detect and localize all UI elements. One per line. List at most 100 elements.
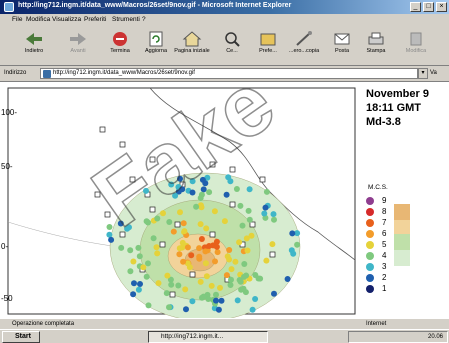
refresh-label: Aggiorna (144, 48, 168, 54)
intensity-point (241, 273, 247, 280)
intensity-point (131, 280, 137, 287)
forward-button[interactable]: Avanti (58, 28, 98, 62)
stop-button[interactable]: Termina (100, 28, 140, 62)
intensity-point (228, 266, 235, 273)
menu-visualizza[interactable]: Visualizza (52, 16, 81, 23)
intensity-point (213, 291, 219, 298)
start-button[interactable]: Start (2, 331, 40, 343)
intensity-point (263, 188, 270, 195)
legend-label: 3 (382, 262, 387, 271)
edit-button[interactable]: Modifica (396, 28, 436, 62)
town-marker (169, 291, 176, 298)
home-button[interactable]: Pagina iniziale (172, 28, 212, 62)
system-tray: 20.06 (348, 331, 448, 343)
maximize-button[interactable]: □ (423, 2, 434, 12)
favorites-button[interactable]: Prefe... (248, 28, 288, 62)
intensity-point (117, 220, 124, 227)
intensity-point (236, 239, 243, 246)
intensity-point (180, 220, 187, 227)
home-icon (182, 31, 202, 47)
favorites-icon (260, 33, 276, 46)
intensity-point (154, 250, 161, 257)
back-label: Indietro (24, 48, 44, 54)
legend-dot (366, 208, 374, 216)
intensity-point (198, 204, 205, 211)
y-tick-50: 50- (1, 162, 13, 171)
legend-label: 8 (382, 207, 387, 216)
intensity-point (145, 302, 152, 309)
y-tick-minus50: -50 (1, 294, 13, 303)
y-tick-100: 100- (1, 108, 18, 117)
legend-label: 5 (382, 240, 387, 249)
taskbar: Start http://ing712.ingm.it... 20.06 (0, 329, 449, 343)
status-text: Operazione completata (12, 321, 75, 327)
event-time: 18:11 GMT (366, 102, 422, 114)
toolbar: Indietro Avanti Termina Aggiorna Pagina … (0, 26, 449, 66)
intensity-point (223, 191, 230, 198)
intensity-point (221, 218, 228, 225)
intensity-point (188, 252, 195, 259)
taskbar-ie-window[interactable]: http://ing712.ingm.it... (148, 331, 268, 343)
intensity-point (127, 268, 134, 275)
stop-label: Termina (110, 48, 130, 54)
back-button[interactable]: Indietro (14, 28, 54, 62)
search-button[interactable]: Ce... (212, 28, 252, 62)
contour-scale-6 (394, 220, 410, 234)
status-bar: Operazione completata Internet (0, 318, 449, 329)
town-marker (149, 156, 156, 163)
menu-bar: File Modifica Visualizza Preferiti Strum… (0, 14, 449, 26)
intensity-point (199, 176, 206, 183)
window-title: http://ing712.ingm.it/data_www/Macros/26… (18, 2, 292, 9)
intensity-point (168, 281, 175, 288)
legend-row-2: 2 (366, 273, 406, 283)
title-bar[interactable]: http://ing712.ingm.it/data_www/Macros/26… (0, 0, 449, 14)
menu-preferiti[interactable]: Preferiti (84, 16, 106, 23)
menu-file[interactable]: File (12, 16, 22, 23)
intensity-point (150, 235, 157, 242)
town-marker (249, 221, 256, 228)
menu-help[interactable]: ? (142, 16, 146, 23)
intensity-point (153, 244, 160, 251)
town-marker (269, 251, 276, 258)
menu-strumenti[interactable]: Strumenti (112, 16, 140, 23)
stop-icon (113, 32, 127, 46)
intensity-point (130, 291, 137, 298)
intensity-point (203, 225, 210, 232)
contour-scale-5 (394, 234, 410, 250)
forward-arrow-icon (70, 33, 86, 45)
history-button[interactable]: ...ero...copia (284, 28, 324, 62)
event-magnitude: Md-3.8 (366, 116, 401, 128)
refresh-button[interactable]: Aggiorna (136, 28, 176, 62)
legend-row-1: 1 (366, 284, 406, 294)
minimize-button[interactable]: _ (410, 2, 421, 12)
intensity-point (226, 247, 233, 253)
address-dropdown-button[interactable]: ▾ (418, 68, 428, 79)
legend-label: 2 (382, 273, 387, 282)
legend-dot (366, 252, 374, 260)
town-marker (119, 141, 126, 148)
menu-modifica[interactable]: Modifica (26, 16, 50, 23)
intensity-point (200, 186, 207, 193)
intensity-point (127, 247, 134, 254)
town-marker (104, 211, 111, 218)
intensity-point (226, 256, 233, 263)
intensity-point (289, 230, 296, 237)
intensity-point (168, 181, 175, 188)
intensity-point (269, 241, 276, 248)
address-input[interactable]: http://ing712.ingm.it/data_www/Macros/26… (40, 68, 418, 79)
close-button[interactable]: × (436, 2, 447, 12)
intensity-map (7, 87, 356, 318)
intensity-point (196, 253, 203, 260)
go-button[interactable]: Va (430, 70, 437, 76)
intensity-point (196, 245, 203, 252)
contour-scale (394, 204, 410, 266)
legend-label: 4 (382, 251, 387, 260)
legend-dot (366, 241, 374, 249)
intensity-point (206, 243, 213, 249)
intensity-point (160, 210, 166, 217)
y-tick-0: 0- (1, 242, 9, 251)
intensity-point (213, 297, 219, 304)
security-zone: Internet (366, 321, 387, 327)
print-button[interactable]: Stampa (356, 28, 396, 62)
intensity-point (145, 260, 151, 267)
